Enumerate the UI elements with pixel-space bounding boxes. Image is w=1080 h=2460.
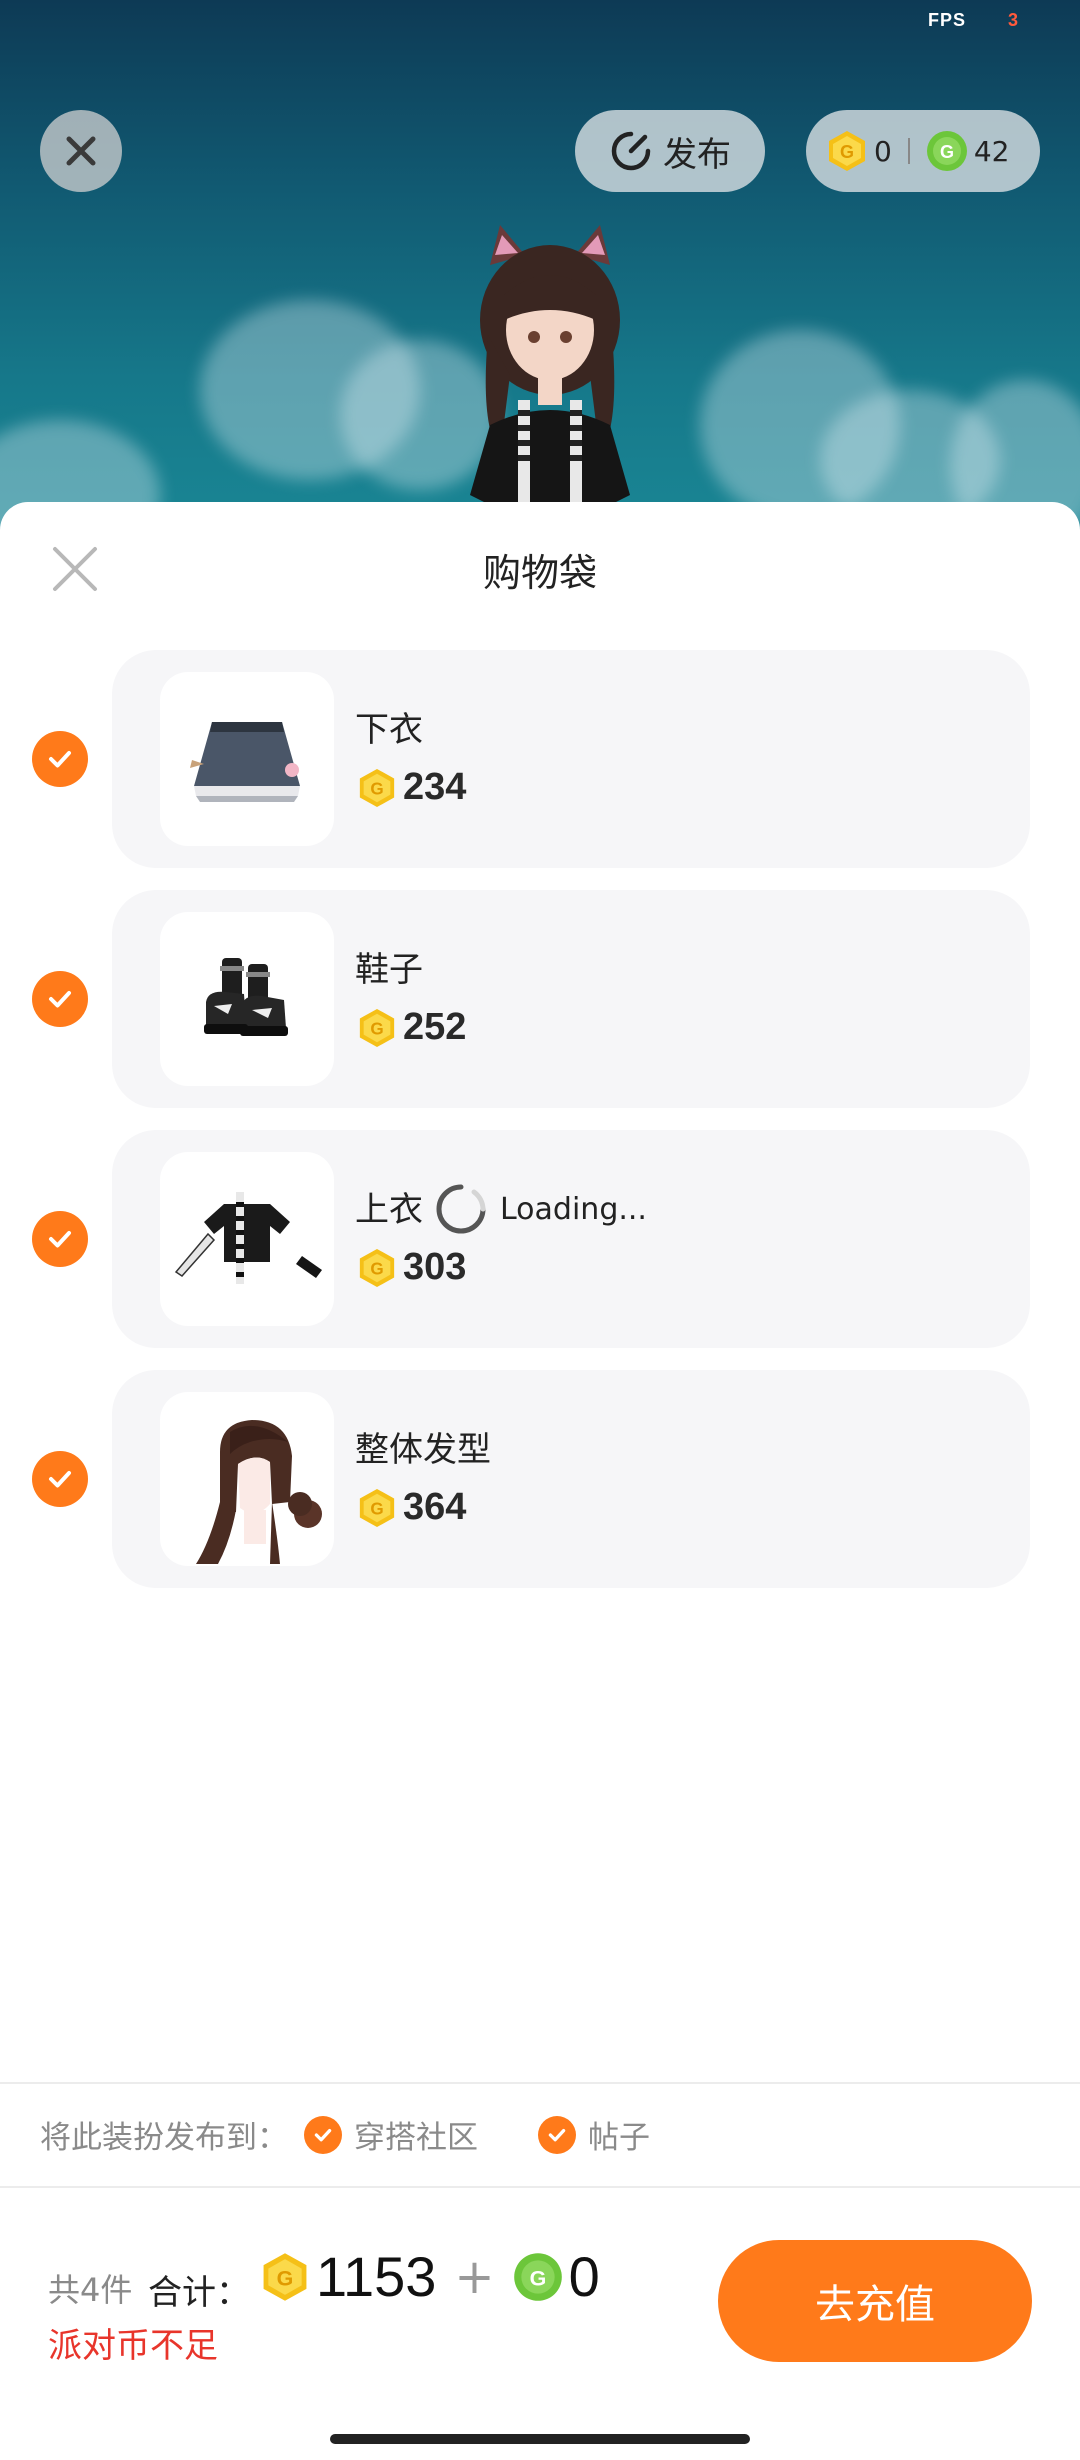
publish-label: 发布 — [663, 134, 731, 175]
item-thumbnail — [160, 1152, 334, 1326]
svg-text:G: G — [370, 1498, 383, 1518]
loading-indicator: Loading... — [434, 1182, 647, 1236]
recharge-button[interactable]: 去充值 — [718, 2240, 1032, 2362]
total-amount: G 1153 + G 0 — [260, 2244, 600, 2309]
gold-balance: 0 — [874, 134, 892, 168]
item-name: 下衣 — [355, 710, 423, 750]
divider — [0, 2082, 1080, 2084]
check-icon — [49, 1231, 71, 1248]
insufficient-coins-warning: 派对币不足 — [48, 2326, 218, 2366]
svg-text:G: G — [277, 2266, 294, 2290]
item-name: 整体发型 — [355, 1430, 491, 1470]
home-indicator[interactable] — [330, 2434, 750, 2444]
shoes-icon — [204, 958, 288, 1036]
avatar-scene: FPS 3 发布 G 0 G 42 — [0, 0, 1080, 540]
sheet-title: 购物袋 — [482, 551, 597, 595]
item-price: G 364 — [357, 1486, 466, 1529]
item-checkbox[interactable] — [32, 731, 88, 787]
item-price-value: 303 — [403, 1246, 467, 1288]
gold-coin-icon: G — [263, 2252, 307, 2301]
option-label: 穿搭社区 — [354, 2120, 478, 2156]
item-price-value: 364 — [403, 1486, 467, 1528]
cart-item: 鞋子 G 252 — [0, 890, 1080, 1108]
svg-text:G: G — [529, 2266, 546, 2290]
item-card[interactable]: 上衣 Loading... G 303 — [112, 1130, 1030, 1348]
item-price: G 234 — [357, 766, 466, 809]
avatar-character[interactable] — [430, 225, 670, 540]
green-total: 0 — [568, 2245, 600, 2308]
skirt-icon — [190, 722, 300, 802]
gold-coin-icon: G — [829, 131, 865, 171]
fps-label: FPS — [928, 10, 967, 30]
publish-option-community[interactable]: 穿搭社区 — [304, 2112, 478, 2157]
item-thumbnail — [160, 672, 334, 846]
shopping-bag-sheet: 购物袋 下衣 G 234 鞋子 G 252 上衣 Loading... G 30… — [0, 502, 1080, 2460]
check-icon — [314, 2128, 332, 2141]
plus-sign: + — [454, 2248, 495, 2305]
balance-divider — [907, 138, 910, 164]
svg-text:G: G — [940, 142, 954, 162]
item-price-value: 252 — [403, 1006, 467, 1048]
option-checkbox[interactable] — [304, 2115, 342, 2154]
publish-to-bar: 将此装扮发布到： 穿搭社区 帖子 — [40, 2112, 650, 2157]
gold-coin-icon: G — [359, 1488, 395, 1527]
check-icon — [49, 991, 71, 1008]
item-checkbox[interactable] — [32, 1211, 88, 1267]
scene-close-button[interactable] — [40, 110, 122, 192]
item-price: G 252 — [357, 1006, 466, 1049]
cart-item: 下衣 G 234 — [0, 650, 1080, 868]
green-coin-icon: G — [513, 2252, 562, 2301]
svg-text:G: G — [370, 1018, 383, 1038]
item-checkbox[interactable] — [32, 971, 88, 1027]
publish-button[interactable]: 发布 — [575, 110, 765, 192]
fps-value: 3 — [1008, 10, 1019, 30]
currency-balance[interactable]: G 0 G 42 — [806, 110, 1040, 192]
green-balance: 42 — [973, 134, 1010, 168]
item-checkbox[interactable] — [32, 1451, 88, 1507]
item-name: 鞋子 — [355, 950, 423, 990]
item-card[interactable]: 鞋子 G 252 — [112, 890, 1030, 1108]
green-coin-icon: G — [926, 131, 967, 171]
top-icon — [174, 1192, 322, 1284]
check-icon — [49, 751, 71, 768]
svg-text:G: G — [370, 778, 383, 798]
spinner-icon — [436, 1184, 486, 1234]
item-price: G 303 — [357, 1246, 466, 1289]
publish-option-post[interactable]: 帖子 — [538, 2112, 650, 2157]
gold-coin-icon: G — [359, 1248, 395, 1287]
publish-icon — [611, 131, 651, 171]
publish-to-label: 将此装扮发布到： — [40, 2120, 288, 2156]
gold-total: 1153 — [316, 2245, 437, 2308]
item-thumbnail — [160, 1392, 334, 1566]
svg-text:G: G — [840, 142, 854, 162]
item-count: 共4件 — [48, 2271, 133, 2309]
app-root: FPS 3 发布 G 0 G 42 购物袋 下衣 G 234 鞋子 G 252 … — [0, 0, 1080, 2460]
loading-text: Loading... — [500, 1191, 647, 1227]
total-label: 合计： — [148, 2273, 250, 2313]
cart-item: 上衣 Loading... G 303 — [0, 1130, 1080, 1348]
close-icon — [66, 136, 96, 166]
check-icon — [548, 2128, 566, 2141]
option-checkbox[interactable] — [538, 2115, 576, 2154]
divider — [0, 2186, 1080, 2188]
item-thumbnail — [160, 912, 334, 1086]
svg-text:G: G — [370, 1258, 383, 1278]
item-name: 上衣 — [355, 1190, 423, 1230]
item-card[interactable]: 整体发型 G 364 — [112, 1370, 1030, 1588]
gold-coin-icon: G — [359, 1008, 395, 1047]
hair-icon — [196, 1420, 322, 1564]
check-icon — [49, 1471, 71, 1488]
option-label: 帖子 — [588, 2120, 650, 2156]
gold-coin-icon: G — [359, 768, 395, 807]
item-price-value: 234 — [403, 766, 467, 808]
item-card[interactable]: 下衣 G 234 — [112, 650, 1030, 868]
cart-item: 整体发型 G 364 — [0, 1370, 1080, 1588]
